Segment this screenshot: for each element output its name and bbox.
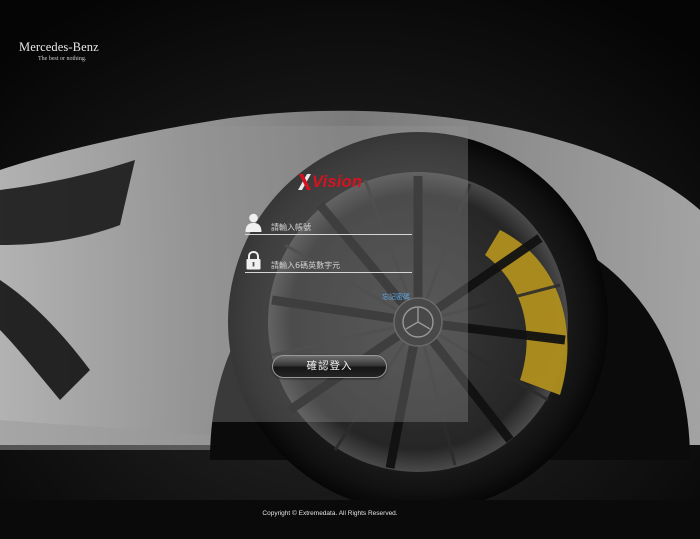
password-input[interactable] xyxy=(271,261,411,270)
login-panel: Vision 忘記密碼 確認登入 xyxy=(193,126,468,422)
password-field xyxy=(245,250,412,273)
brand-tagline: The best or nothing. xyxy=(38,56,87,62)
forgot-password-link[interactable]: 忘記密碼 xyxy=(382,292,410,302)
brand-name: Mercedes-Benz xyxy=(19,40,99,54)
mercedes-benz-brand: Mercedes-Benz The best or nothing. xyxy=(19,40,99,62)
copyright-text: Copyright © Extremedata. All Rights Rese… xyxy=(262,510,398,517)
lock-icon xyxy=(246,251,261,270)
login-button[interactable]: 確認登入 xyxy=(272,355,387,378)
user-icon xyxy=(245,213,262,232)
account-input[interactable] xyxy=(271,223,411,232)
vision-logo: Vision xyxy=(298,172,362,192)
x-mark-icon xyxy=(298,174,311,190)
account-field xyxy=(245,212,412,235)
logo-text: Vision xyxy=(312,172,363,191)
